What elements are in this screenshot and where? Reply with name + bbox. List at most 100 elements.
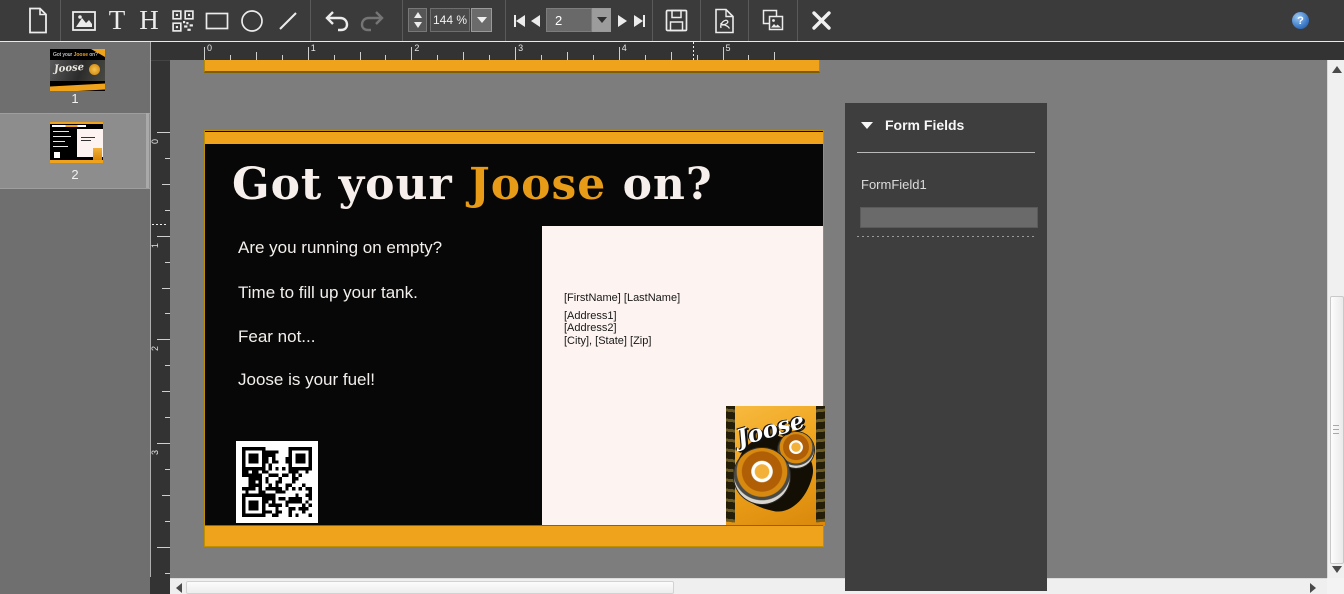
insert-ellipse-button[interactable] xyxy=(237,0,267,41)
sidebar-divider-vertical xyxy=(150,42,151,594)
insert-ellipse-icon xyxy=(240,9,264,33)
next-page-button[interactable] xyxy=(615,0,629,41)
previous-page-icon xyxy=(531,15,540,27)
horizontal-scrollbar[interactable] xyxy=(170,578,1327,594)
copy-page-button[interactable] xyxy=(756,0,790,41)
form-fields-header[interactable]: Form Fields xyxy=(861,117,964,133)
next-page-icon xyxy=(618,15,627,27)
postcard-page[interactable]: Got your Joose on? Are you running on em… xyxy=(204,130,824,547)
body-text-line[interactable]: Joose is your fuel! xyxy=(238,370,375,390)
page-2-thumbnail[interactable] xyxy=(50,122,103,163)
qr-code-image xyxy=(242,447,312,517)
filmstrip-decoration xyxy=(726,406,735,522)
body-text-line[interactable]: Are you running on empty? xyxy=(238,238,442,258)
sidebar-page-item-2[interactable]: 2 xyxy=(0,114,150,188)
spin-up-icon xyxy=(414,12,422,18)
page-1-bottom-edge xyxy=(204,60,820,73)
toolbar-separator xyxy=(310,0,311,41)
page-thumbnail-sidebar: Got your Joose on? Joose 1 xyxy=(0,42,150,594)
insert-line-icon xyxy=(277,10,299,32)
form-fields-panel: Form Fields FormField1 xyxy=(845,103,1047,591)
form-fields-title: Form Fields xyxy=(885,117,964,133)
copy-page-icon xyxy=(760,8,786,34)
toolbar-separator xyxy=(748,0,749,41)
insert-rectangle-icon xyxy=(205,11,229,31)
toolbar: T H xyxy=(0,0,1344,42)
headline-text-object[interactable]: Got your Joose on? xyxy=(232,157,713,213)
save-icon xyxy=(664,8,689,33)
insert-qrcode-icon xyxy=(172,10,194,32)
insert-heading-button[interactable]: H xyxy=(135,0,163,41)
chevron-down-icon xyxy=(477,17,487,23)
vertical-ruler: 0123 xyxy=(150,60,170,594)
spin-down-icon xyxy=(414,22,422,28)
address-line: [Address2] xyxy=(564,322,680,335)
last-page-button[interactable] xyxy=(630,0,648,41)
page-dropdown-button[interactable] xyxy=(592,8,611,32)
new-page-button[interactable] xyxy=(22,0,54,41)
qr-code-object[interactable] xyxy=(236,441,318,523)
new-page-icon xyxy=(27,7,49,34)
headline-highlight: Joose xyxy=(469,159,606,210)
ruler-cursor-marker xyxy=(693,42,694,60)
insert-text-icon: T xyxy=(109,0,126,41)
toolbar-separator xyxy=(797,0,798,41)
redo-button[interactable] xyxy=(356,0,388,41)
toolbar-separator xyxy=(60,0,61,41)
page-number-field[interactable]: 2 xyxy=(546,8,592,32)
first-page-button[interactable] xyxy=(510,0,528,41)
headline-prefix: Got your xyxy=(232,159,469,210)
scroll-left-arrow[interactable] xyxy=(176,583,182,593)
panel-separator xyxy=(857,152,1035,153)
insert-image-icon xyxy=(71,9,97,33)
address-line: [Address1] xyxy=(564,310,680,323)
vertical-scrollbar[interactable] xyxy=(1327,60,1344,578)
horizontal-scrollbar-thumb[interactable] xyxy=(186,581,674,594)
body-text-line[interactable]: Fear not... xyxy=(238,327,315,347)
app-window: T H xyxy=(0,0,1344,594)
page-2-label: 2 xyxy=(0,167,150,182)
insert-rectangle-button[interactable] xyxy=(202,0,232,41)
form-field-input[interactable] xyxy=(860,207,1038,228)
form-field-name: FormField1 xyxy=(861,177,927,192)
save-button[interactable] xyxy=(660,0,692,41)
sidebar-divider xyxy=(0,188,150,189)
pdf-icon xyxy=(713,8,736,34)
scroll-right-arrow[interactable] xyxy=(1310,583,1316,593)
address-merge-block[interactable]: [FirstName] [LastName] [Address1] [Addre… xyxy=(564,292,680,347)
previous-page-button[interactable] xyxy=(528,0,542,41)
insert-qrcode-button[interactable] xyxy=(168,0,198,41)
undo-button[interactable] xyxy=(321,0,353,41)
collapse-caret-icon xyxy=(861,122,873,129)
scroll-down-arrow[interactable] xyxy=(1332,566,1342,573)
toolbar-separator xyxy=(402,0,403,41)
sidebar-scrollbar-thumb[interactable] xyxy=(146,113,149,188)
insert-line-button[interactable] xyxy=(273,0,303,41)
export-pdf-button[interactable] xyxy=(708,0,740,41)
scroll-up-arrow[interactable] xyxy=(1332,66,1342,73)
zoom-value[interactable]: 144 % xyxy=(430,8,470,32)
close-button[interactable] xyxy=(804,0,838,41)
page-1-thumbnail[interactable]: Got your Joose on? Joose xyxy=(50,49,105,91)
vertical-scrollbar-thumb[interactable] xyxy=(1330,296,1344,564)
headline-suffix: on? xyxy=(606,159,712,210)
insert-text-button[interactable]: T xyxy=(103,0,131,41)
page-1-label: 1 xyxy=(0,91,150,106)
sidebar-page-item-1[interactable]: Got your Joose on? Joose 1 xyxy=(0,42,150,113)
page-bottom-accent-bar xyxy=(205,525,823,546)
body-text-line[interactable]: Time to fill up your tank. xyxy=(238,283,418,303)
undo-icon xyxy=(324,10,350,32)
product-image-object[interactable]: Joose xyxy=(726,406,825,526)
speaker-icon xyxy=(734,448,790,504)
zoom-spinner[interactable] xyxy=(408,8,427,32)
zoom-dropdown-button[interactable] xyxy=(471,8,492,32)
help-button[interactable]: ? xyxy=(1292,12,1309,29)
scrollbar-corner xyxy=(1327,578,1344,594)
insert-image-button[interactable] xyxy=(68,0,100,41)
filmstrip-decoration xyxy=(816,406,825,522)
close-icon xyxy=(810,9,833,32)
insert-heading-icon: H xyxy=(139,0,159,41)
toolbar-separator xyxy=(652,0,653,41)
scrollbar-grip xyxy=(1333,425,1339,435)
address-line: [FirstName] [LastName] xyxy=(564,292,680,305)
